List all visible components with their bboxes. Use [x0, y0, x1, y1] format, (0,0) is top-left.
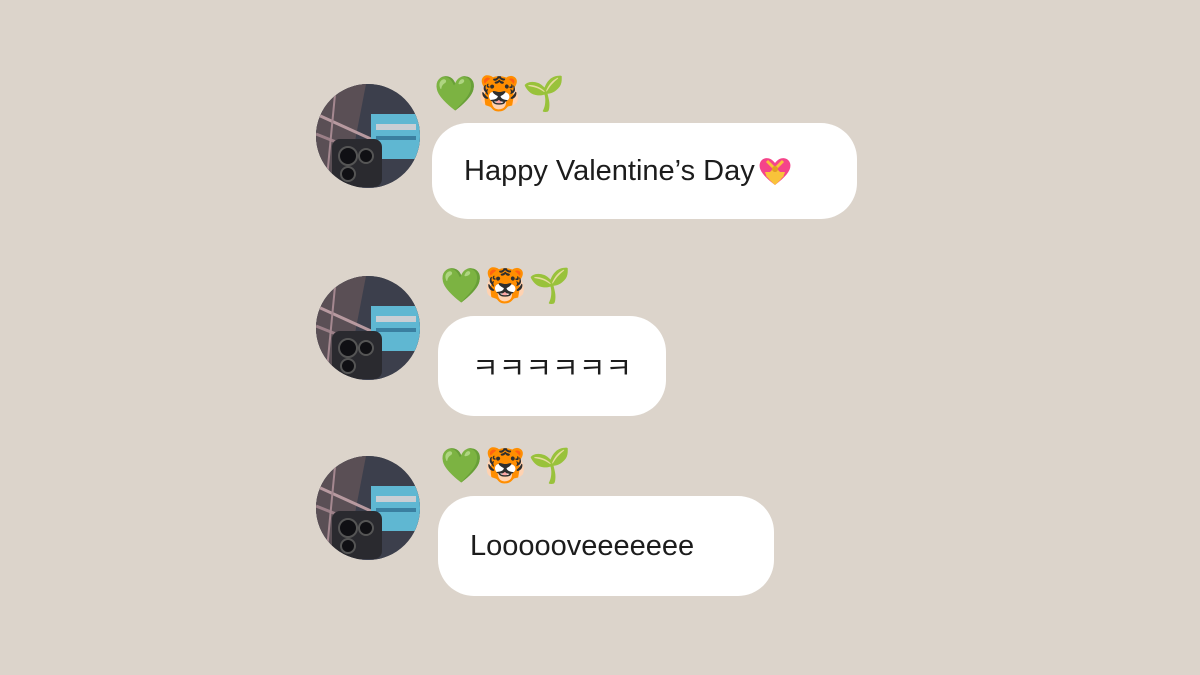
- message-bubble[interactable]: Happy Valentine’s Day: [432, 123, 857, 219]
- tiger-face-icon: 🐯: [478, 74, 523, 114]
- tiger-face-icon: 🐯: [484, 266, 529, 306]
- sender-name: 💚🐯🌱: [434, 74, 567, 114]
- heart-with-ribbon-icon: [757, 155, 793, 187]
- tiger-face-icon: 🐯: [484, 446, 529, 486]
- sender-avatar[interactable]: [316, 276, 420, 380]
- sender-avatar[interactable]: [316, 456, 420, 560]
- message-text: Loooooveeeeeee: [470, 529, 695, 562]
- message-text: Happy Valentine’s Day: [464, 154, 755, 187]
- chat-thread: 💚🐯🌱 Happy Valentine’s Day 💚🐯🌱 ㅋㅋㅋㅋㅋㅋ 💚🐯🌱…: [0, 0, 1200, 675]
- seedling-icon: 🌱: [522, 74, 568, 114]
- avatar-photo: [316, 84, 420, 188]
- avatar-photo: [316, 456, 420, 560]
- message-bubble[interactable]: ㅋㅋㅋㅋㅋㅋ: [438, 316, 666, 416]
- sender-name: 💚🐯🌱: [440, 266, 573, 306]
- green-heart-icon: 💚: [434, 74, 479, 114]
- green-heart-icon: 💚: [440, 446, 485, 486]
- seedling-icon: 🌱: [528, 266, 574, 306]
- avatar-photo: [316, 276, 420, 380]
- sender-avatar[interactable]: [316, 84, 420, 188]
- seedling-icon: 🌱: [528, 446, 574, 486]
- message-text: ㅋㅋㅋㅋㅋㅋ: [472, 353, 633, 385]
- green-heart-icon: 💚: [440, 266, 485, 306]
- message-bubble[interactable]: Loooooveeeeeee: [438, 496, 774, 596]
- sender-name: 💚🐯🌱: [440, 446, 573, 486]
